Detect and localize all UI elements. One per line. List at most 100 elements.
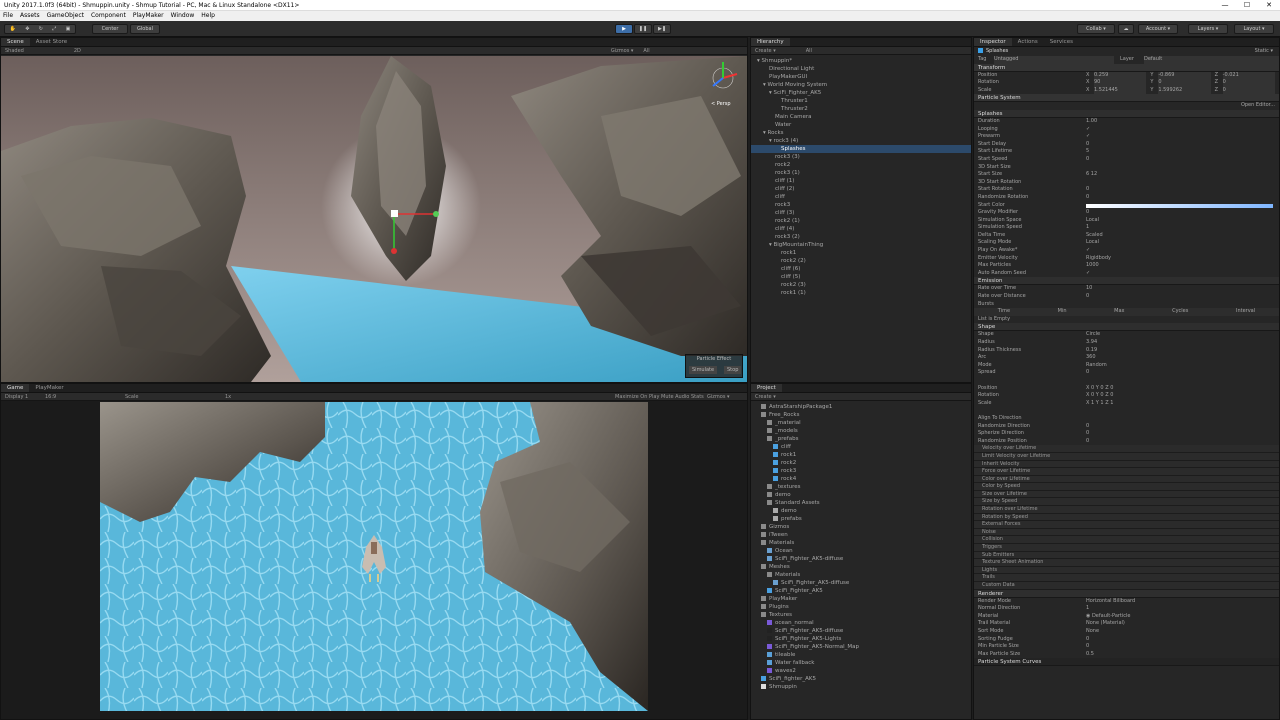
shape-row[interactable]: Shape Circle <box>974 331 1279 339</box>
module-toggle[interactable]: Size over Lifetime <box>974 490 1279 499</box>
transform-y-field[interactable]: -0.869 <box>1158 71 1211 80</box>
main-module-row[interactable]: Start Lifetime 5 <box>974 148 1279 156</box>
pivot-toggle[interactable]: Center <box>92 24 128 34</box>
hierarchy-item[interactable]: rock3 (1) <box>751 169 971 177</box>
project-item[interactable]: PlayMaker <box>751 595 971 603</box>
module-toggle[interactable]: Texture Sheet Animation <box>974 559 1279 567</box>
transform-x-field[interactable]: 0.259 <box>1094 71 1147 80</box>
transform-y-field[interactable]: 1.599262 <box>1158 86 1211 95</box>
tab-project[interactable]: Project <box>751 384 782 392</box>
renderer-row[interactable]: Max Particle Size 0.5 <box>974 651 1279 659</box>
hierarchy-item[interactable]: ▾ SciFi_Fighter_AK5 <box>751 89 971 97</box>
maximize-button[interactable]: ☐ <box>1236 0 1258 11</box>
module-toggle[interactable]: Custom Data <box>974 582 1279 590</box>
main-module-row[interactable]: Prewarm ✓ <box>974 133 1279 141</box>
project-item[interactable]: Ocean <box>751 547 971 555</box>
main-module-value[interactable]: Scaled <box>1086 232 1279 240</box>
renderer-row[interactable]: Material ◉ Default-Particle <box>974 613 1279 621</box>
hierarchy-item[interactable]: ▾ Rocks <box>751 129 971 137</box>
main-module-value[interactable]: 0 <box>1086 186 1279 194</box>
shape-row[interactable]: Randomize Position 0 <box>974 438 1279 446</box>
project-create-button[interactable]: Create ▾ <box>755 393 776 400</box>
shape-value[interactable]: 0 <box>1086 423 1279 431</box>
project-item[interactable]: _material <box>751 419 971 427</box>
close-button[interactable]: ✕ <box>1258 0 1280 11</box>
module-toggle[interactable]: Rotation by Speed <box>974 513 1279 522</box>
main-module-value[interactable]: Rigidbody <box>1086 255 1279 263</box>
game-viewport[interactable] <box>100 402 648 711</box>
renderer-value[interactable]: None <box>1086 628 1279 636</box>
main-module-row[interactable]: Randomize Rotation 0 <box>974 194 1279 202</box>
hierarchy-search-input[interactable]: All <box>806 47 812 54</box>
main-module-value[interactable]: 5 <box>1086 148 1279 156</box>
project-item[interactable]: Standard Assets <box>751 499 971 507</box>
shape-row[interactable]: Randomize Direction 0 <box>974 423 1279 431</box>
menu-window[interactable]: Window <box>171 11 195 21</box>
main-module-row[interactable]: Start Color <box>974 202 1279 210</box>
project-item[interactable]: SciFi_fighter_AK5 <box>751 675 971 683</box>
hierarchy-item[interactable]: Directional Light <box>751 65 971 73</box>
hierarchy-item[interactable]: rock3 <box>751 201 971 209</box>
hierarchy-item[interactable]: cliff <box>751 193 971 201</box>
particle-curves-header[interactable]: Particle System Curves <box>974 658 1279 667</box>
tab-inspector[interactable]: Inspector <box>974 38 1012 46</box>
project-item[interactable]: rock2 <box>751 459 971 467</box>
renderer-row[interactable]: Normal Direction 1 <box>974 605 1279 613</box>
module-toggle[interactable]: Triggers <box>974 544 1279 552</box>
stop-button[interactable]: Stop <box>724 366 742 374</box>
hierarchy-item[interactable]: ▾ World Moving System <box>751 81 971 89</box>
module-toggle[interactable]: Limit Velocity over Lifetime <box>974 452 1279 461</box>
shape-row[interactable] <box>974 407 1279 415</box>
main-module-value[interactable]: 1.00 <box>1086 118 1279 126</box>
renderer-row[interactable]: Sorting Fudge 0 <box>974 636 1279 644</box>
project-item[interactable]: SciFi_Fighter_AK5-Normal_Map <box>751 643 971 651</box>
menu-assets[interactable]: Assets <box>20 11 40 21</box>
hierarchy-item[interactable]: rock2 <box>751 161 971 169</box>
project-item[interactable]: SciFi_Fighter_AK5-diffuse <box>751 627 971 635</box>
tag-dropdown[interactable]: Untagged <box>994 56 1114 64</box>
layers-dropdown[interactable]: Layers ▾ <box>1188 24 1228 34</box>
shape-row[interactable]: Spherize Direction 0 <box>974 430 1279 438</box>
hierarchy-item[interactable]: rock1 <box>751 249 971 257</box>
shape-value[interactable]: X 1 Y 1 Z 1 <box>1086 400 1279 408</box>
play-button[interactable]: ▶ <box>615 24 633 34</box>
transform-z-field[interactable]: 0 <box>1222 86 1275 95</box>
project-item[interactable]: Materials <box>751 539 971 547</box>
menu-help[interactable]: Help <box>201 11 215 21</box>
main-module-value[interactable] <box>1086 203 1273 208</box>
hierarchy-item[interactable]: Thruster2 <box>751 105 971 113</box>
main-module-row[interactable]: Gravity Modifier 0 <box>974 209 1279 217</box>
project-item[interactable]: SciFi_Fighter_AK5-diffuse <box>751 579 971 587</box>
shape-row[interactable]: Position X 0 Y 0 Z 0 <box>974 385 1279 393</box>
project-item[interactable]: Gizmos <box>751 523 971 531</box>
renderer-row[interactable]: Sort Mode None <box>974 628 1279 636</box>
shape-row[interactable]: Spread 0 <box>974 369 1279 377</box>
renderer-row[interactable]: Min Particle Size 0 <box>974 643 1279 651</box>
shape-header[interactable]: Shape <box>974 323 1279 332</box>
transform-tools[interactable]: ✋ ✥ ↻ ⤢ ▣ <box>4 24 76 34</box>
menu-file[interactable]: File <box>3 11 13 21</box>
maximize-on-play-toggle[interactable]: Maximize On Play <box>615 393 661 400</box>
module-toggle[interactable]: Collision <box>974 536 1279 545</box>
hierarchy-create-button[interactable]: Create ▾ <box>755 47 776 54</box>
module-toggle[interactable]: Noise <box>974 528 1279 537</box>
transform-x-field[interactable]: 90 <box>1094 79 1147 87</box>
main-module-row[interactable]: Looping ✓ <box>974 126 1279 134</box>
layer-dropdown[interactable]: Default <box>1144 56 1279 64</box>
hand-tool-icon[interactable]: ✋ <box>10 25 16 33</box>
hierarchy-item[interactable]: rock3 (2) <box>751 233 971 241</box>
renderer-value[interactable]: 0.5 <box>1086 651 1279 659</box>
project-item[interactable]: SciFi_Fighter_AK5 <box>751 587 971 595</box>
project-item[interactable]: demo <box>751 491 971 499</box>
mute-audio-toggle[interactable]: Mute Audio <box>661 393 691 400</box>
main-module-value[interactable]: ✓ <box>1086 133 1279 141</box>
module-toggle[interactable]: External Forces <box>974 521 1279 529</box>
renderer-value[interactable]: 0 <box>1086 643 1279 651</box>
module-toggle[interactable]: Inherit Velocity <box>974 460 1279 469</box>
hierarchy-item[interactable]: Water <box>751 121 971 129</box>
renderer-row[interactable]: Trail Material None (Material) <box>974 620 1279 628</box>
hierarchy-item[interactable]: Thruster1 <box>751 97 971 105</box>
menu-component[interactable]: Component <box>91 11 126 21</box>
module-toggle[interactable]: Rotation over Lifetime <box>974 506 1279 514</box>
2d-toggle[interactable]: 2D <box>74 47 81 54</box>
